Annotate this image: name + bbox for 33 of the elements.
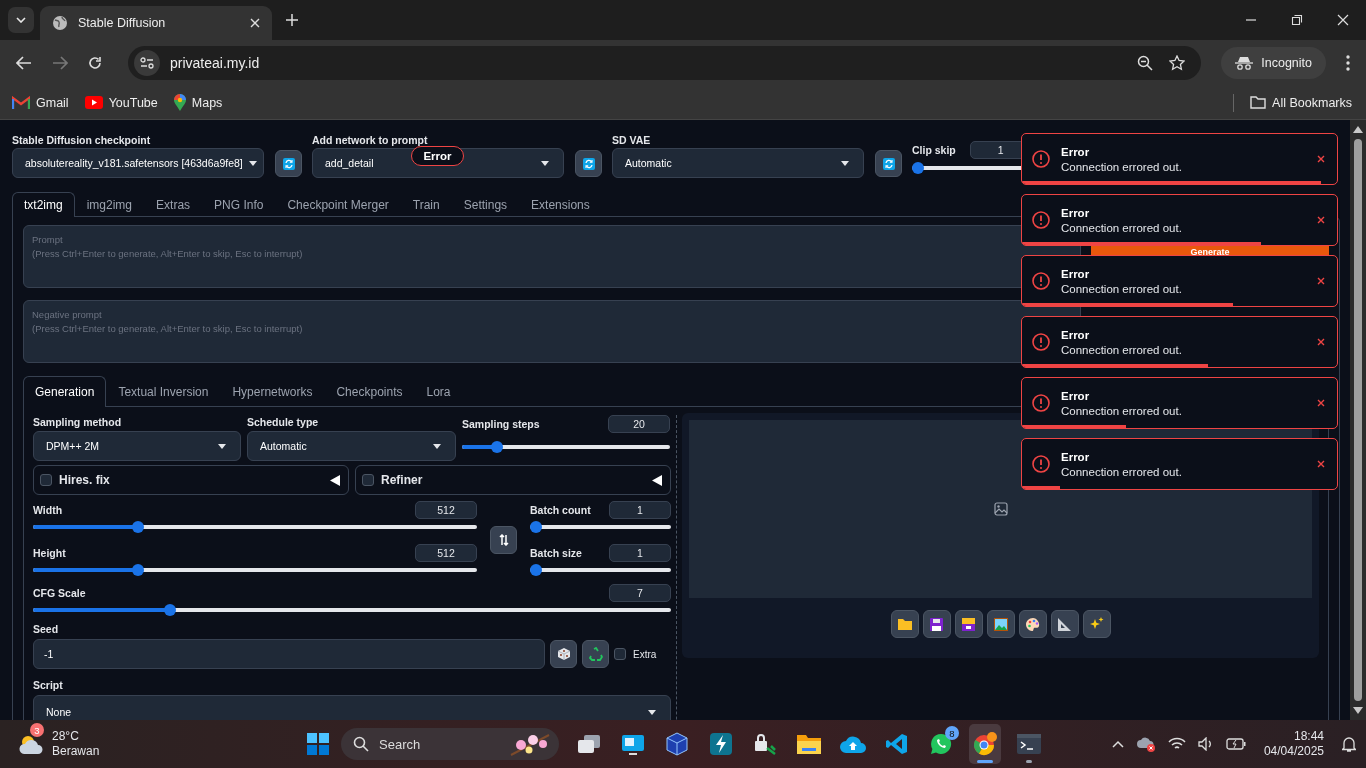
- field-label: Sampling steps: [462, 416, 540, 432]
- toast-title: Error: [1061, 145, 1091, 158]
- field-label: Batch size: [530, 545, 582, 561]
- field-label: Schedule type: [247, 415, 320, 430]
- tab-title: Stable Diffusion: [78, 16, 167, 30]
- notification-badge: 8: [945, 726, 959, 740]
- checkbox-label: Extra: [633, 648, 657, 660]
- field-label: Batch count: [530, 502, 591, 518]
- field-label: Seed: [33, 622, 60, 637]
- accordion-label: Refiner: [381, 473, 423, 487]
- toast-message: Connection errored out.: [1061, 465, 1183, 478]
- field-label: Clip skip: [912, 142, 956, 158]
- field-label: Stable Diffusion checkpoint: [12, 133, 152, 148]
- notification-badge: 3: [30, 723, 44, 737]
- accordion-label: Hires. fix: [59, 473, 110, 487]
- field-label: Sampling method: [33, 415, 123, 430]
- toast-message: Connection errored out.: [1061, 160, 1183, 173]
- field-label: Prompt: [32, 234, 63, 245]
- field-label: SD VAE: [612, 133, 652, 148]
- field-label: Add network to prompt: [312, 133, 429, 148]
- weather-text: Berawan: [52, 744, 100, 759]
- url-text: privateai.my.id: [170, 55, 260, 71]
- field-label: Script: [33, 678, 64, 693]
- toast-message: Connection errored out.: [1061, 404, 1183, 417]
- toast-title: Error: [1061, 450, 1091, 463]
- field-label: Width: [33, 502, 63, 518]
- field-label: CFG Scale: [33, 585, 86, 601]
- temperature-text: 28°C: [52, 729, 80, 744]
- error-tooltip: Error: [411, 146, 464, 166]
- field-label: Height: [33, 545, 66, 561]
- field-label: Negative prompt: [32, 309, 102, 320]
- toast-title: Error: [1061, 206, 1091, 219]
- toast-title: Error: [1061, 389, 1091, 402]
